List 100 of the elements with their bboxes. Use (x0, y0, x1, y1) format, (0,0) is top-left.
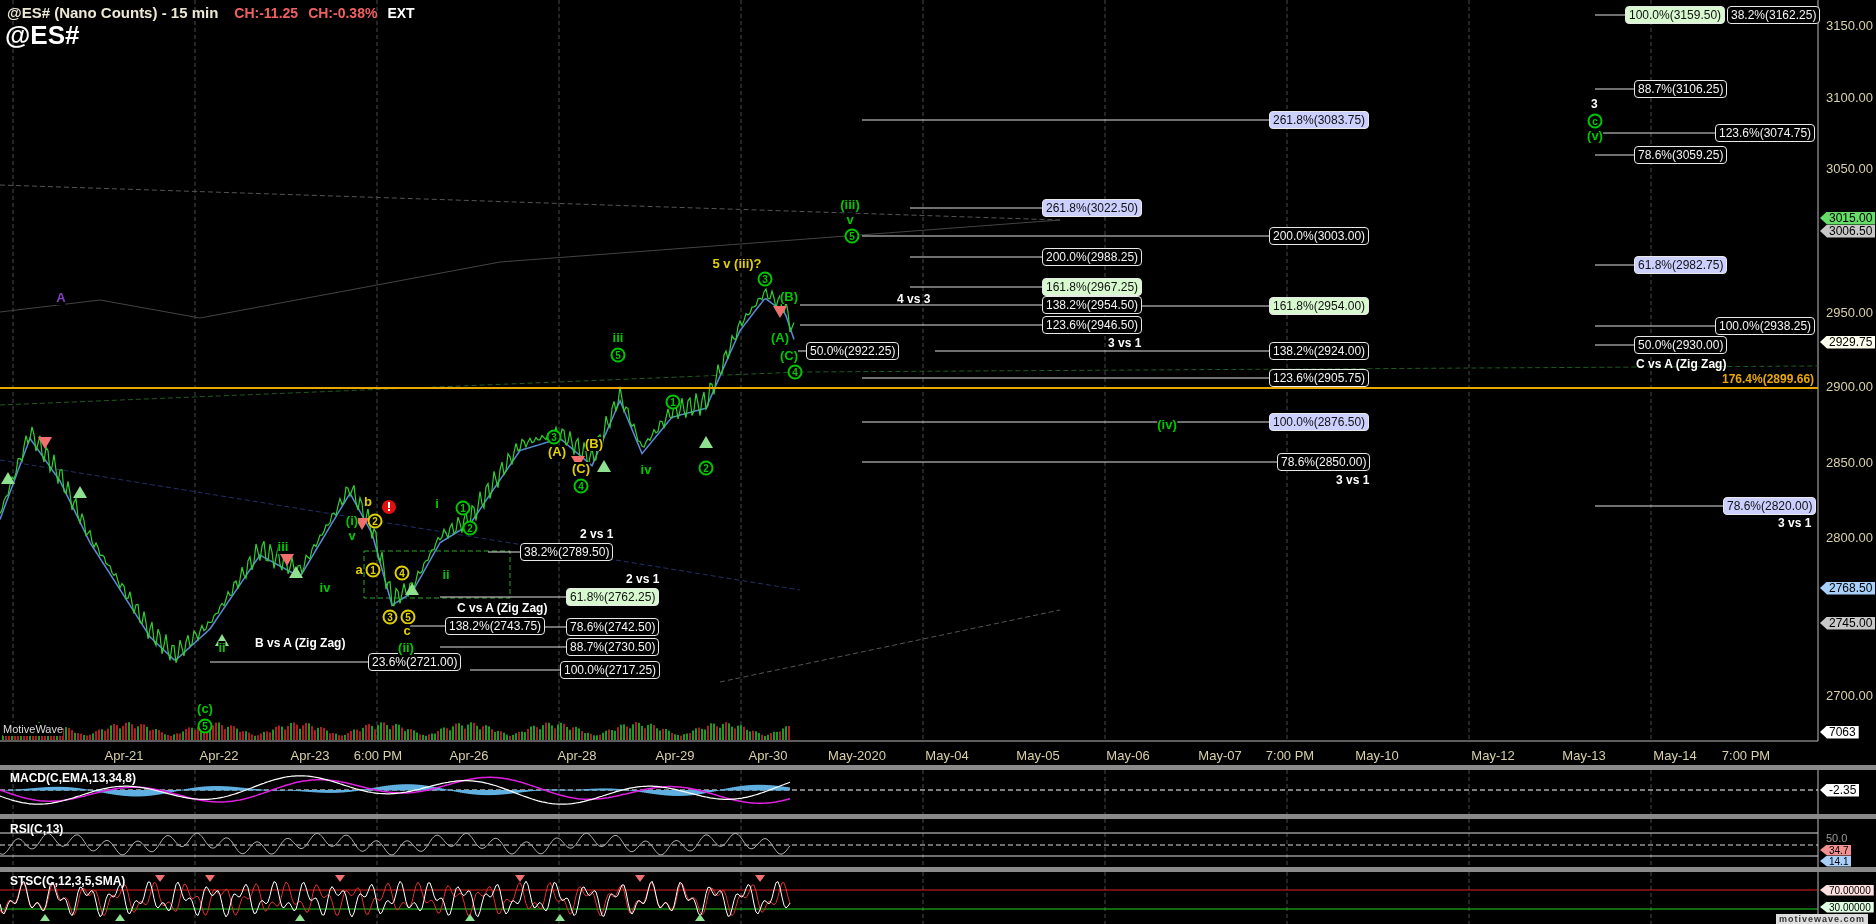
price-tag: 3006.50 (1820, 224, 1876, 238)
price-tag: 14.1 (1820, 855, 1852, 867)
wave-label: (B) (780, 290, 798, 304)
wave-note: C vs A (Zig Zag) (1636, 356, 1727, 372)
price-tag: 70.00000 (1820, 884, 1874, 896)
wave-label: (C) (780, 349, 798, 363)
fib-level-label: 61.8%(2982.75) (1634, 256, 1728, 274)
price-tag: 2768.50 (1820, 581, 1876, 595)
wave-label: ii (442, 568, 450, 582)
circled-wave-label: 4 (394, 565, 410, 581)
circled-wave-label: 5 (610, 347, 626, 363)
wave-label: (A) (548, 445, 566, 459)
axis-label: 2950.00 (1826, 304, 1873, 320)
triangle-up-icon (405, 583, 419, 595)
circled-wave-label: 4 (573, 478, 589, 494)
date-label: May-07 (1198, 748, 1242, 763)
fib-level-line (1594, 264, 1635, 266)
fib-level-label: 200.0%(2988.25) (1042, 248, 1143, 266)
circled-wave-label: 3 (757, 271, 773, 287)
indicator-title: STSC(C,12,3,5,SMA) (10, 874, 126, 888)
date-label: Apr-21 (104, 748, 144, 763)
circled-wave-label: 1 (665, 394, 681, 410)
axis-label: 2800.00 (1826, 529, 1873, 545)
date-label: 7:00 PM (1721, 748, 1771, 763)
fib-level-label: 78.6%(2850.00) (1277, 453, 1371, 471)
fib-level-label: 261.8%(3022.50) (1042, 199, 1143, 217)
circled-wave-label: 3 (382, 609, 398, 625)
date-label: Apr-28 (557, 748, 597, 763)
fib-level-label: 38.2%(3162.25) (1727, 6, 1821, 24)
fib-level-label: 78.6%(2742.50) (566, 618, 660, 636)
alert-icon (382, 500, 396, 514)
volume-label: MotiveWave (3, 722, 64, 736)
fib-level-label: 200.0%(3003.00) (1269, 227, 1370, 245)
fib-level-line (1594, 344, 1635, 346)
wave-label: (c) (197, 702, 213, 716)
price-tag: 30.00000 (1820, 901, 1874, 913)
fib-level-label: 161.8%(2967.25) (1042, 278, 1143, 296)
chart-title: @ES# (Nano Counts) - 15 min (7, 4, 219, 21)
date-label: Apr-23 (290, 748, 330, 763)
circled-wave-label: 2 (698, 460, 714, 476)
fib-level-line (544, 626, 567, 628)
date-label: Apr-30 (748, 748, 788, 763)
circled-wave-label: 4 (787, 364, 803, 380)
fib-level-line (1594, 88, 1635, 90)
circled-wave-label: c (1587, 113, 1603, 129)
axis-label: 3150.00 (1826, 17, 1873, 33)
fib-level-label: 138.2%(2954.50) (1042, 296, 1143, 314)
watermark-text: motivewave.com (1776, 914, 1869, 924)
fib-level-label: 261.8%(3083.75) (1269, 111, 1370, 129)
fib-level-line (1594, 14, 1626, 16)
fib-level-label: 38.2%(2789.50) (520, 543, 614, 561)
triangle-down-icon (773, 306, 787, 318)
wave-label: (iv) (1157, 418, 1177, 432)
circled-wave-label: 2 (367, 513, 383, 529)
price-change: CH:-11.25 (234, 5, 299, 21)
date-label: May-14 (1653, 748, 1697, 763)
session-label: EXT (387, 5, 415, 21)
date-label: May-12 (1471, 748, 1515, 763)
fib-level-line (487, 551, 521, 553)
date-label: Apr-22 (199, 748, 239, 763)
circled-wave-label: 5 (197, 718, 213, 734)
fib-level-label: 100.0%(2938.25) (1715, 317, 1816, 335)
fib-level-line (1594, 154, 1635, 156)
wave-label: (ii) (398, 641, 414, 655)
date-label: May-10 (1355, 748, 1399, 763)
wave-note: 2 vs 1 (580, 526, 614, 542)
wave-label: 5 v (iii)? (712, 257, 762, 271)
wave-label: (C) (572, 462, 590, 476)
wave-label: v (846, 213, 854, 227)
date-label: Apr-26 (449, 748, 489, 763)
wave-note: 3 (1591, 96, 1598, 112)
axis-label: 2700.00 (1826, 687, 1873, 703)
fib-level-label: 123.6%(2946.50) (1042, 316, 1143, 334)
symbol-label: @ES# (5, 20, 80, 50)
wave-label: (v) (1587, 129, 1603, 143)
triangle-up-icon (73, 486, 87, 498)
wave-label: (iii) (840, 198, 860, 212)
wave-label: iv (319, 581, 331, 595)
price-tag: 34.7 (1820, 844, 1852, 856)
wave-note: 4 vs 3 (897, 291, 931, 307)
circled-wave-label: 5 (400, 609, 416, 625)
fib-level-label: 100.0%(3159.50) (1625, 6, 1726, 24)
triangle-down-icon (38, 437, 52, 449)
date-label: May-05 (1016, 748, 1060, 763)
wave-label: i (435, 497, 439, 511)
fib-level-label: 161.8%(2954.00) (1269, 297, 1370, 315)
wave-label: (A) (771, 331, 789, 345)
fib-level-label: 100.0%(2876.50) (1269, 413, 1370, 431)
date-label: 6:00 PM (353, 748, 403, 763)
date-label: May-04 (925, 748, 969, 763)
date-label: Apr-29 (655, 748, 695, 763)
wave-label: iii (612, 331, 624, 345)
wave-label: c (403, 624, 411, 638)
date-label: May-2020 (828, 748, 886, 763)
fib-level-label: 123.6%(3074.75) (1715, 124, 1816, 142)
axis-label: 3050.00 (1826, 160, 1873, 176)
circled-wave-label: 3 (546, 429, 562, 445)
fib-level-label: 100.0%(2717.25) (560, 661, 661, 679)
indicator-title: MACD(C,EMA,13,34,8) (10, 771, 137, 785)
fib-level-label: 61.8%(2762.25) (566, 588, 660, 606)
